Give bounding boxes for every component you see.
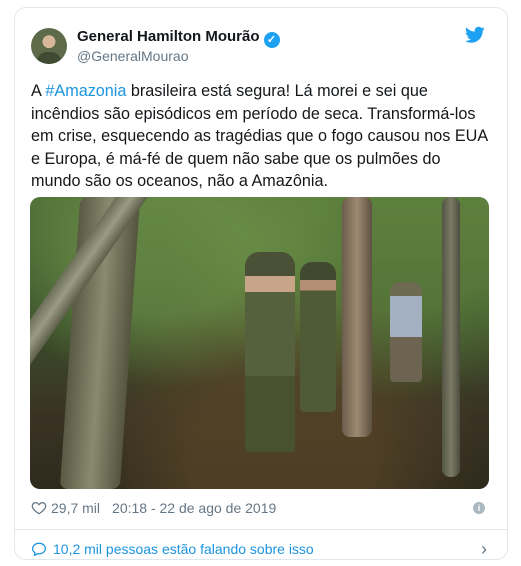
tree-trunk — [342, 197, 372, 437]
info-icon[interactable]: i — [473, 502, 485, 514]
bird-icon[interactable] — [465, 26, 485, 44]
hiker-figure — [390, 282, 422, 382]
tweet-meta: 29,7 mil 20:18 - 22 de ago de 2019 — [31, 500, 276, 516]
author-name-row[interactable]: General Hamilton Mourão ✓ — [77, 28, 280, 48]
tweet-timestamp[interactable]: 20:18 - 22 de ago de 2019 — [112, 500, 276, 516]
tree-trunk — [442, 197, 460, 477]
conversation-link[interactable]: 10,2 mil pessoas estão falando sobre iss… — [31, 541, 314, 557]
tweet-photo[interactable] — [30, 197, 489, 489]
author-avatar[interactable] — [31, 28, 67, 64]
author-handle[interactable]: @GeneralMourao — [77, 48, 189, 64]
verified-badge-icon: ✓ — [263, 32, 280, 48]
conversation-text[interactable]: 10,2 mil pessoas estão falando sobre iss… — [53, 541, 314, 557]
author-name[interactable]: General Hamilton Mourão — [77, 28, 260, 45]
hashtag-link[interactable]: #Amazonia — [45, 82, 126, 100]
tweet-text: A #Amazonia brasileira está segura! Lá m… — [31, 80, 493, 193]
divider — [15, 529, 507, 530]
chevron-right-icon[interactable]: › — [481, 539, 487, 560]
speech-bubble-icon — [31, 542, 47, 556]
soldier-figure — [245, 252, 295, 452]
like-count[interactable]: 29,7 mil — [51, 500, 100, 516]
soldier-figure — [300, 262, 336, 412]
heart-icon[interactable] — [31, 501, 47, 515]
tweet-text-start: A — [31, 82, 46, 100]
tweet-card[interactable]: General Hamilton Mourão ✓ @GeneralMourao … — [14, 7, 508, 560]
